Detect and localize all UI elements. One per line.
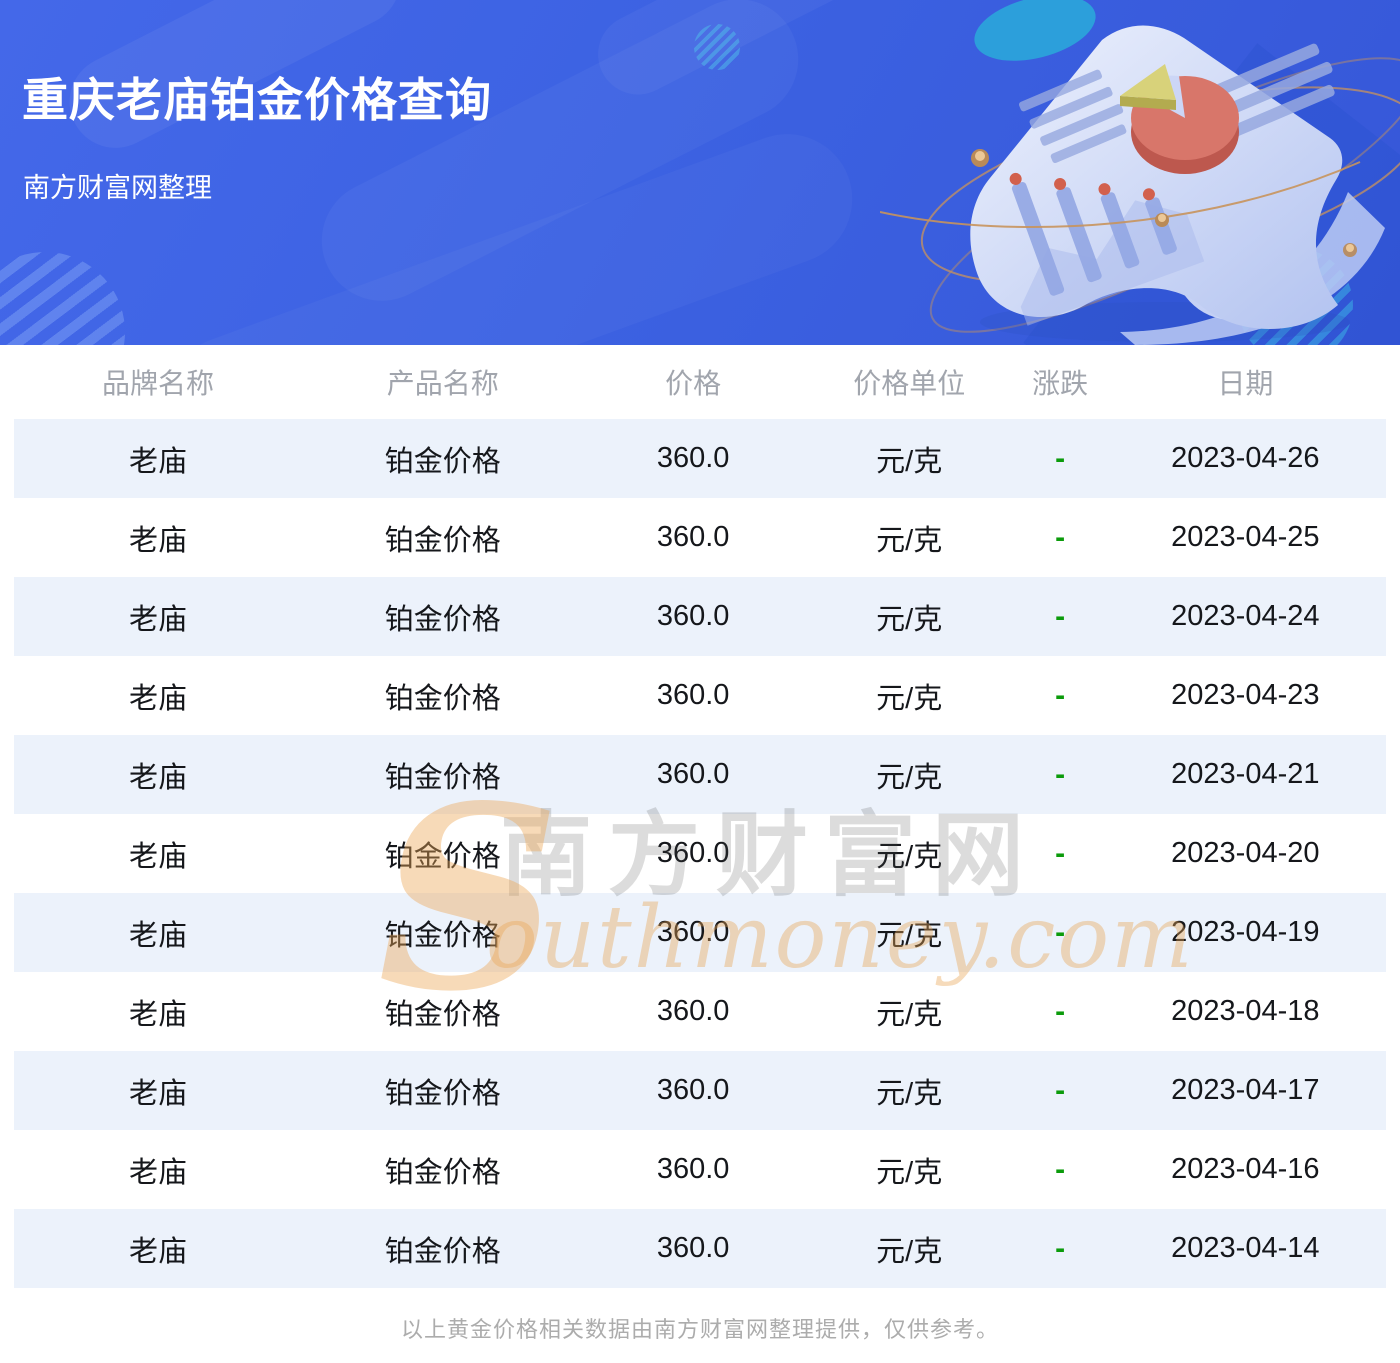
cell-price: 360.0 [656,837,730,869]
cell-price: 360.0 [656,758,730,790]
column-header-date: 日期 [1217,368,1274,399]
cell-brand: 老庙 [129,524,188,557]
cell-unit: 元/克 [876,998,943,1031]
table-row: 老庙 铂金价格 360.0 元/克 - 2023-04-19 [14,893,1386,972]
cell-change: - [1055,836,1066,870]
column-header-product: 产品名称 [386,368,499,399]
cell-product: 铂金价格 [384,919,501,952]
cell-product: 铂金价格 [384,1235,501,1268]
column-header-change: 涨跌 [1032,368,1089,399]
cell-date: 2023-04-21 [1171,758,1320,790]
cell-date: 2023-04-17 [1171,1074,1320,1106]
cell-brand: 老庙 [129,919,188,952]
cell-change: - [1055,915,1066,949]
cell-unit: 元/克 [876,682,943,715]
table-header-row: 品牌名称 产品名称 价格 价格单位 涨跌 日期 [14,345,1386,419]
cell-product: 铂金价格 [384,998,501,1031]
cell-unit: 元/克 [876,1077,943,1110]
cell-unit: 元/克 [876,761,943,794]
table-row: 老庙 铂金价格 360.0 元/克 - 2023-04-16 [14,1130,1386,1209]
table-row: 老庙 铂金价格 360.0 元/克 - 2023-04-21 [14,735,1386,814]
report-illustration [880,0,1400,345]
cell-brand: 老庙 [129,761,188,794]
cell-price: 360.0 [656,679,730,711]
cell-change: - [1055,678,1066,712]
cell-product: 铂金价格 [384,1156,501,1189]
footer-note: 以上黄金价格相关数据由南方财富网整理提供，仅供参考。 [400,1317,999,1342]
table-row: 老庙 铂金价格 360.0 元/克 - 2023-04-24 [14,577,1386,656]
cell-unit: 元/克 [876,1156,943,1189]
table-row: 老庙 铂金价格 360.0 元/克 - 2023-04-20 [14,814,1386,893]
cell-price: 360.0 [656,1153,730,1185]
table-row: 老庙 铂金价格 360.0 元/克 - 2023-04-23 [14,656,1386,735]
cell-brand: 老庙 [129,682,188,715]
cell-price: 360.0 [656,442,730,474]
banner: 重庆老庙铂金价格查询 南方财富网整理 [0,0,1400,345]
column-header-price: 价格 [665,368,722,399]
cell-brand: 老庙 [129,1077,188,1110]
cell-change: - [1055,1073,1066,1107]
cell-unit: 元/克 [876,445,943,478]
cell-change: - [1055,1231,1066,1265]
page-title: 重庆老庙铂金价格查询 [22,74,492,126]
cell-brand: 老庙 [129,998,188,1031]
cell-change: - [1055,520,1066,554]
cell-change: - [1055,599,1066,633]
cell-date: 2023-04-24 [1171,600,1320,632]
cell-product: 铂金价格 [384,761,501,794]
table-row: 老庙 铂金价格 360.0 元/克 - 2023-04-14 [14,1209,1386,1288]
cell-date: 2023-04-19 [1171,916,1320,948]
cell-price: 360.0 [656,1074,730,1106]
cell-brand: 老庙 [129,445,188,478]
cell-date: 2023-04-16 [1171,1153,1320,1185]
table-row: 老庙 铂金价格 360.0 元/克 - 2023-04-17 [14,1051,1386,1130]
cell-unit: 元/克 [876,524,943,557]
cell-brand: 老庙 [129,1235,188,1268]
cell-unit: 元/克 [876,919,943,952]
column-header-brand: 品牌名称 [102,368,215,399]
cell-product: 铂金价格 [384,445,501,478]
cell-date: 2023-04-20 [1171,837,1320,869]
cell-change: - [1055,994,1066,1028]
cell-brand: 老庙 [129,840,188,873]
striped-circle-decor [694,24,740,70]
cell-date: 2023-04-26 [1171,442,1320,474]
table-row: 老庙 铂金价格 360.0 元/克 - 2023-04-26 [14,419,1386,498]
cell-product: 铂金价格 [384,1077,501,1110]
cell-date: 2023-04-25 [1171,521,1320,553]
table-row: 老庙 铂金价格 360.0 元/克 - 2023-04-18 [14,972,1386,1051]
cell-unit: 元/克 [876,603,943,636]
cell-brand: 老庙 [129,603,188,636]
cell-product: 铂金价格 [384,603,501,636]
cell-change: - [1055,757,1066,791]
cell-date: 2023-04-14 [1171,1232,1320,1264]
column-header-unit: 价格单位 [853,368,966,399]
cell-price: 360.0 [656,995,730,1027]
cell-price: 360.0 [656,600,730,632]
cell-unit: 元/克 [876,1235,943,1268]
cell-unit: 元/克 [876,840,943,873]
table-row: 老庙 铂金价格 360.0 元/克 - 2023-04-25 [14,498,1386,577]
cell-date: 2023-04-23 [1171,679,1320,711]
cell-product: 铂金价格 [384,682,501,715]
cell-date: 2023-04-18 [1171,995,1320,1027]
cell-product: 铂金价格 [384,524,501,557]
cell-product: 铂金价格 [384,840,501,873]
cell-price: 360.0 [656,1232,730,1264]
cell-price: 360.0 [656,916,730,948]
cell-price: 360.0 [656,521,730,553]
cell-change: - [1055,1152,1066,1186]
cell-brand: 老庙 [129,1156,188,1189]
striped-circle-decor [0,241,136,345]
page-subtitle: 南方财富网整理 [23,173,212,203]
price-table: 品牌名称 产品名称 价格 价格单位 涨跌 日期 老庙 铂金价格 360.0 元/… [0,345,1400,1288]
table-body: 老庙 铂金价格 360.0 元/克 - 2023-04-26 老庙 铂金价格 3… [14,419,1386,1288]
cell-change: - [1055,441,1066,475]
